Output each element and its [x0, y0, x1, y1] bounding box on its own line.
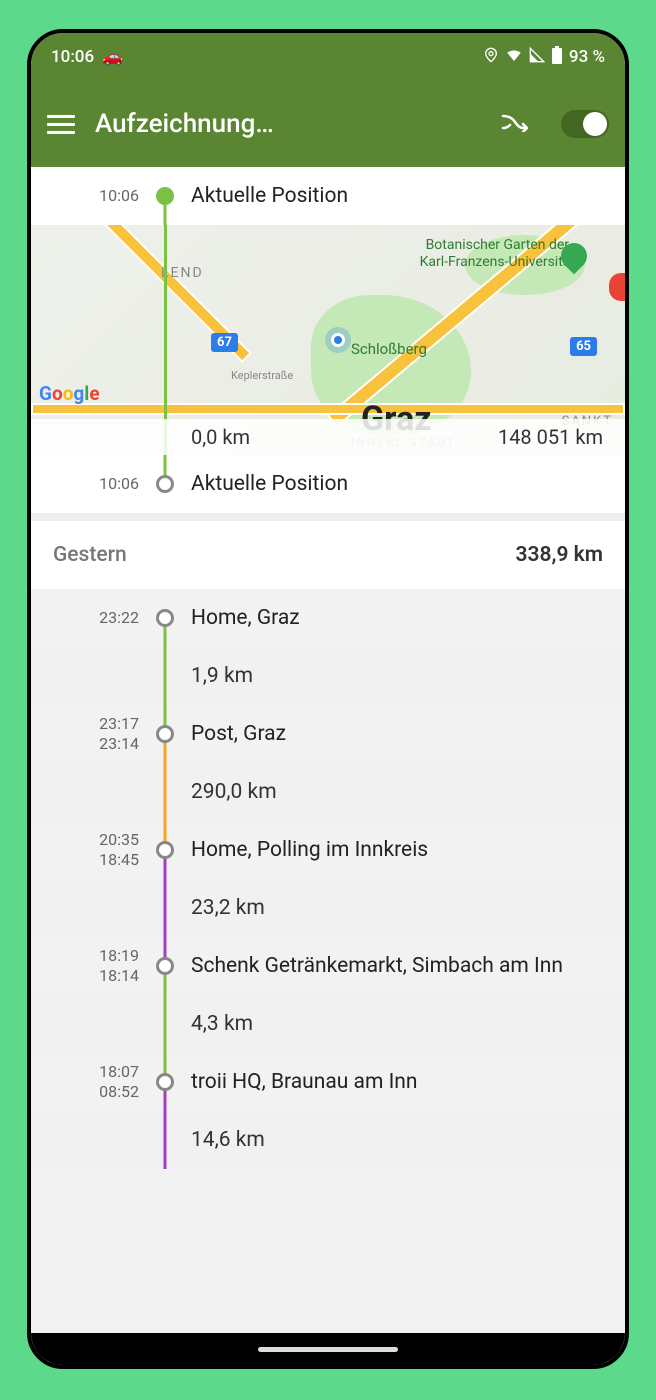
wifi-icon [505, 46, 523, 69]
app-bar: Aufzeichnung… [31, 81, 625, 167]
route-badge: 67 [211, 333, 238, 352]
location-label: Home, Graz [179, 592, 625, 644]
map-preview[interactable]: LEND Botanischer Garten der Karl-Franzen… [31, 225, 625, 455]
google-logo: Google [39, 382, 100, 405]
distance-row[interactable]: .290,0 km [31, 763, 625, 821]
location-label: Home, Polling im Innkreis [179, 824, 625, 876]
android-nav-bar[interactable] [31, 1333, 625, 1365]
menu-button[interactable] [47, 115, 75, 134]
car-icon: 🚗 [102, 47, 123, 67]
location-icon [483, 47, 499, 68]
battery-percent: 93 % [569, 47, 605, 67]
timeline-dot [156, 609, 174, 627]
timeline-dot [156, 1073, 174, 1091]
time-label: 18:1918:14 [31, 946, 151, 986]
timeline-dot [156, 841, 174, 859]
signal-icon [529, 47, 545, 68]
distance-label: 4,3 km [179, 998, 625, 1050]
time-label: 23:22 [31, 608, 151, 628]
timeline-content[interactable]: 10:06 Aktuelle Position LEND Botanischer… [31, 167, 625, 1333]
day-total-distance: 338,9 km [516, 543, 603, 567]
recording-toggle[interactable] [561, 110, 609, 138]
time-label: 20:3518:45 [31, 830, 151, 870]
map-poi-label: Botanischer Garten der Karl-Franzens-Uni… [420, 237, 575, 271]
distance-row[interactable]: .23,2 km [31, 879, 625, 937]
distance-label: 1,9 km [179, 650, 625, 702]
timeline-dot [156, 475, 174, 493]
map-district-label: LEND [161, 265, 204, 281]
location-row[interactable]: 18:1918:14 Schenk Getränkemarkt, Simbach … [31, 937, 625, 995]
current-location-pin [331, 333, 345, 347]
location-row[interactable]: 20:3518:45 Home, Polling im Innkreis [31, 821, 625, 879]
distance-row[interactable]: .14,6 km [31, 1111, 625, 1169]
route-badge: 65 [570, 337, 597, 356]
timeline-dot-current [156, 187, 174, 205]
location-label: Schenk Getränkemarkt, Simbach am Inn [179, 940, 625, 992]
battery-icon [551, 46, 563, 69]
timeline-dot [156, 957, 174, 975]
map-stats-bar: 0,0 km 148 051 km [31, 419, 625, 455]
map-poi-label: Schloßberg [351, 340, 427, 358]
merge-icon[interactable] [501, 110, 529, 138]
distance-row[interactable]: .1,9 km [31, 647, 625, 705]
location-label: Aktuelle Position [179, 458, 625, 510]
status-bar: 10:06 🚗 93 % [31, 33, 625, 81]
location-row[interactable]: 23:1723:14 Post, Graz [31, 705, 625, 763]
location-label: Post, Graz [179, 708, 625, 760]
time-label: 10:06 [31, 474, 151, 494]
current-position-row-bottom[interactable]: 10:06 Aktuelle Position [31, 455, 625, 513]
distance-label: 14,6 km [179, 1114, 625, 1166]
time-label: 23:1723:14 [31, 714, 151, 754]
timeline-dot [156, 725, 174, 743]
distance-label: 23,2 km [179, 882, 625, 934]
map-street-label: Keplerstraße [231, 369, 293, 382]
odometer-total: 148 051 km [498, 425, 603, 449]
day-label: Gestern [53, 543, 127, 567]
current-position-row-top[interactable]: 10:06 Aktuelle Position [31, 167, 625, 225]
time-label: 18:0708:52 [31, 1062, 151, 1102]
location-label: Aktuelle Position [179, 170, 625, 222]
segment-distance: 0,0 km [191, 425, 250, 449]
app-title: Aufzeichnung… [95, 109, 481, 139]
location-label: troii HQ, Braunau am Inn [179, 1056, 625, 1108]
day-section-header: Gestern 338,9 km [31, 513, 625, 589]
status-time: 10:06 [51, 47, 94, 67]
poi-pin-icon [609, 273, 625, 301]
location-row[interactable]: 23:22 Home, Graz [31, 589, 625, 647]
distance-row[interactable]: .4,3 km [31, 995, 625, 1053]
time-label: 10:06 [31, 186, 151, 206]
distance-label: 290,0 km [179, 766, 625, 818]
location-row[interactable]: 18:0708:52 troii HQ, Braunau am Inn [31, 1053, 625, 1111]
gesture-handle[interactable] [258, 1347, 398, 1352]
